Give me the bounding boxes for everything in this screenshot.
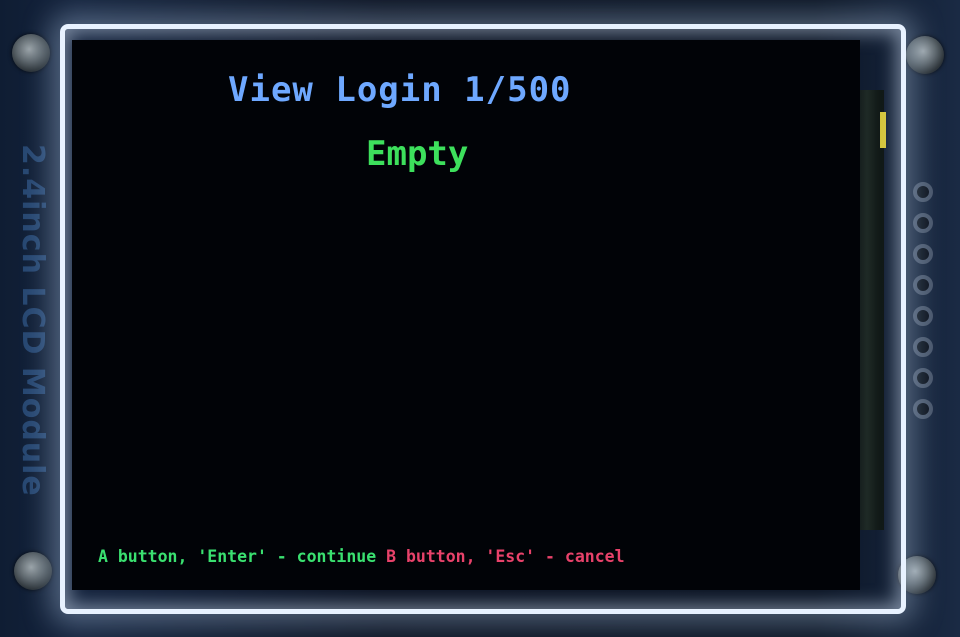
cancel-hint: B button, 'Esc' - cancel [386, 547, 625, 566]
header-pin [913, 306, 933, 326]
lcd-screen [72, 40, 860, 590]
header-pin [913, 213, 933, 233]
header-pin [913, 275, 933, 295]
header-pin [913, 337, 933, 357]
mount-hole-top-right [906, 36, 944, 74]
header-pins [907, 182, 939, 452]
lcd-module-board: 2.4inch LCD Module View Login 1/500 Empt… [0, 0, 960, 637]
footer-hints: A button, 'Enter' - continue B button, '… [98, 547, 798, 571]
continue-hint: A button, 'Enter' - continue [98, 547, 377, 566]
login-status: Empty [366, 134, 469, 174]
header-pin [913, 182, 933, 202]
header-pin [913, 368, 933, 388]
header-pin [913, 244, 933, 264]
mount-hole-top-left [12, 34, 50, 72]
screen-title: View Login 1/500 [228, 70, 572, 110]
mount-hole-bottom-left [14, 552, 52, 590]
header-pin [913, 399, 933, 419]
module-label: 2.4inch LCD Module [15, 143, 50, 497]
